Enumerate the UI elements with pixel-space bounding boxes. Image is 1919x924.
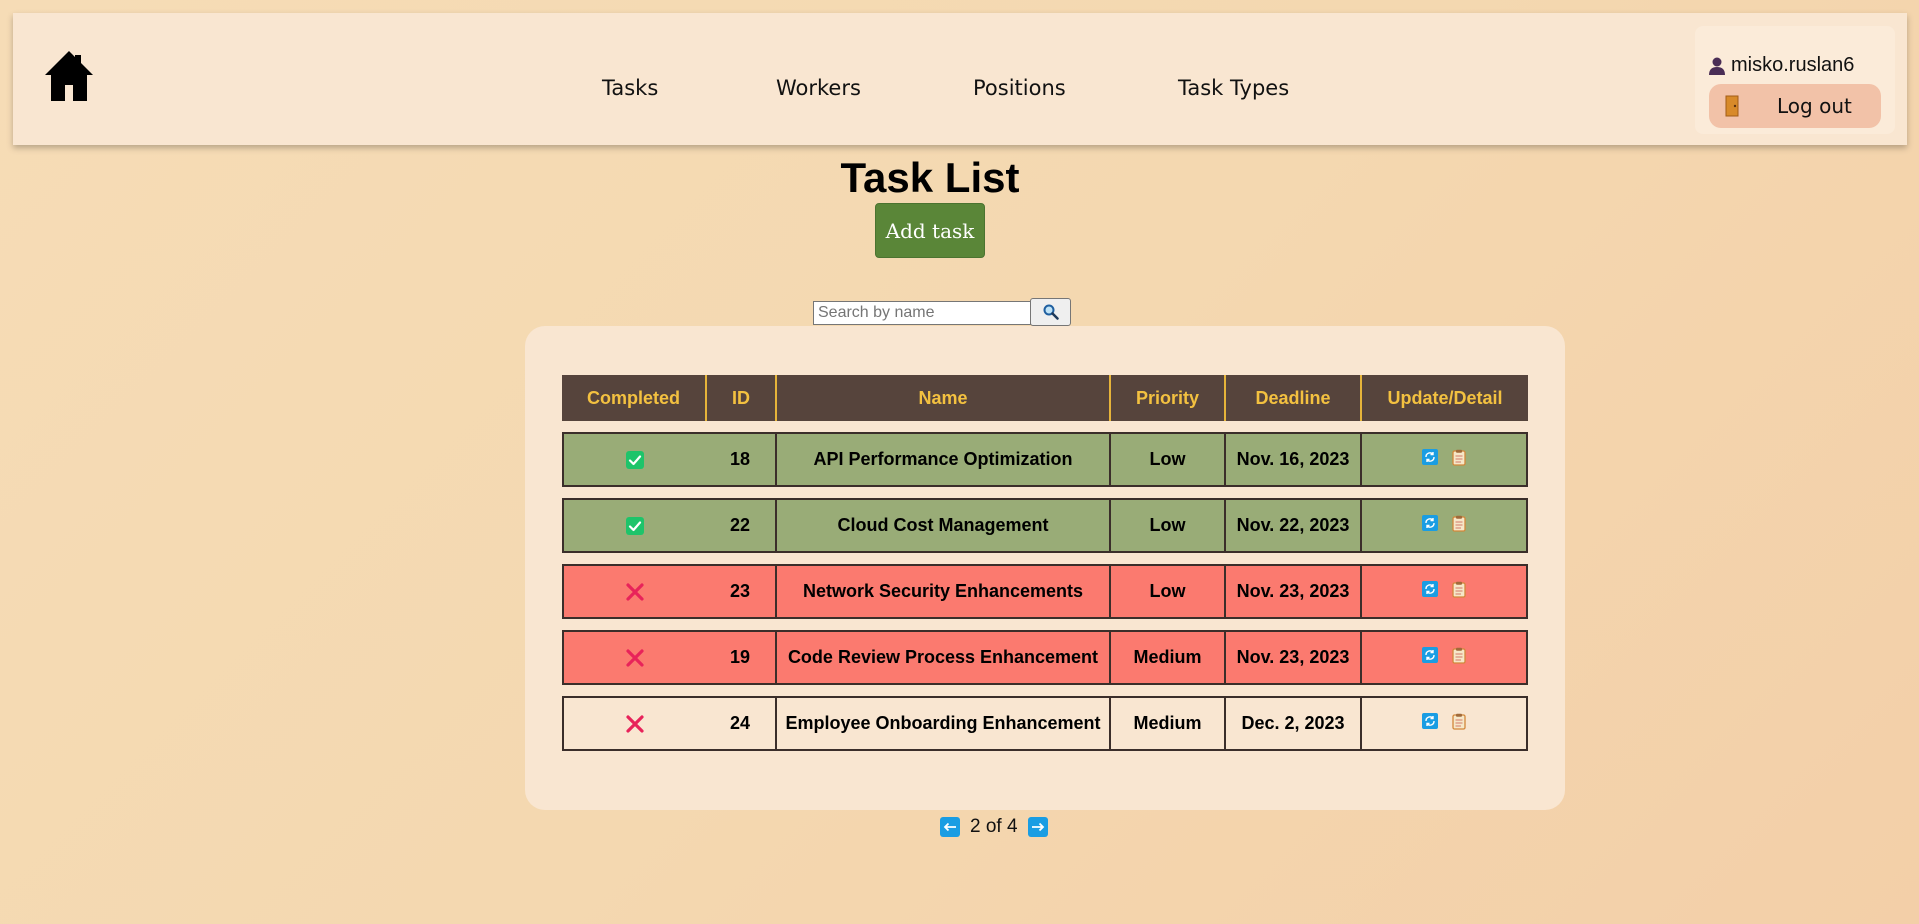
user-info: misko.ruslan6 [1709,54,1854,77]
priority-cell: Medium [1109,630,1224,685]
magnifier-icon [1043,304,1059,320]
table-header-row: Completed ID Name Priority Deadline Upda… [562,375,1528,421]
completed-cell [562,432,705,487]
clipboard-icon[interactable] [1452,713,1466,730]
actions-cell [1360,498,1528,553]
user-panel: misko.ruslan6 Log out [1695,26,1895,134]
next-page-button[interactable] [1027,817,1048,837]
nav-workers[interactable]: Workers [776,76,861,100]
name-cell: Code Review Process Enhancement [775,630,1109,685]
refresh-icon[interactable] [1422,713,1438,730]
add-task-button[interactable]: Add task [875,203,985,258]
col-completed: Completed [562,375,705,421]
table-row: 19 Code Review Process Enhancement Mediu… [562,630,1528,685]
col-deadline: Deadline [1224,375,1360,421]
cross-icon[interactable] [625,649,644,667]
col-id: ID [705,375,775,421]
id-cell: 19 [705,630,775,685]
task-table-card: Completed ID Name Priority Deadline Upda… [525,326,1565,810]
col-priority: Priority [1109,375,1224,421]
refresh-icon[interactable] [1422,449,1438,466]
actions-cell [1360,630,1528,685]
name-cell: Cloud Cost Management [775,498,1109,553]
id-cell: 23 [705,564,775,619]
deadline-cell: Dec. 2, 2023 [1224,696,1360,751]
table-row: 24 Employee Onboarding Enhancement Mediu… [562,696,1528,751]
name-cell: API Performance Optimization [775,432,1109,487]
nav-tasks[interactable]: Tasks [602,76,658,100]
home-icon[interactable] [43,49,95,103]
deadline-cell: Nov. 16, 2023 [1224,432,1360,487]
table-row: 22 Cloud Cost Management Low Nov. 22, 20… [562,498,1528,553]
priority-cell: Low [1109,498,1224,553]
table-row: 23 Network Security Enhancements Low Nov… [562,564,1528,619]
deadline-cell: Nov. 22, 2023 [1224,498,1360,553]
priority-cell: Low [1109,564,1224,619]
nav-positions[interactable]: Positions [973,76,1066,100]
clipboard-icon[interactable] [1452,515,1466,532]
checkbox-checked-icon[interactable] [625,451,644,470]
cross-icon[interactable] [625,583,644,601]
refresh-icon[interactable] [1422,515,1438,532]
page-indicator: 2 of 4 [970,816,1018,837]
checkbox-checked-icon[interactable] [625,517,644,536]
name-cell: Employee Onboarding Enhancement [775,696,1109,751]
refresh-icon[interactable] [1422,647,1438,664]
id-cell: 24 [705,696,775,751]
nav-task-types[interactable]: Task Types [1178,76,1289,100]
completed-cell [562,696,705,751]
priority-cell: Low [1109,432,1224,487]
completed-cell [562,498,705,553]
search-input[interactable] [813,301,1031,325]
completed-cell [562,564,705,619]
refresh-icon[interactable] [1422,581,1438,598]
table-row: 18 API Performance Optimization Low Nov.… [562,432,1528,487]
top-navbar: Tasks Workers Positions Task Types misko… [13,13,1907,145]
completed-cell [562,630,705,685]
task-table: Completed ID Name Priority Deadline Upda… [562,364,1528,762]
name-cell: Network Security Enhancements [775,564,1109,619]
clipboard-icon[interactable] [1452,581,1466,598]
id-cell: 18 [705,432,775,487]
clipboard-icon[interactable] [1452,449,1466,466]
task-rows: 18 API Performance Optimization Low Nov.… [562,432,1528,751]
arrow-left-icon [943,822,956,832]
user-icon [1709,57,1725,75]
deadline-cell: Nov. 23, 2023 [1224,630,1360,685]
page-title: Task List [840,154,1020,201]
priority-cell: Medium [1109,696,1224,751]
prev-page-button[interactable] [940,817,960,837]
search-button[interactable] [1030,298,1071,326]
col-name: Name [775,375,1109,421]
actions-cell [1360,696,1528,751]
cross-icon[interactable] [625,715,644,733]
door-icon [1725,95,1739,117]
clipboard-icon[interactable] [1452,647,1466,664]
logout-label: Log out [1777,94,1852,118]
deadline-cell: Nov. 23, 2023 [1224,564,1360,619]
actions-cell [1360,564,1528,619]
arrow-right-icon [1031,822,1044,832]
actions-cell [1360,432,1528,487]
pagination: 2 of 4 [940,815,1048,839]
id-cell: 22 [705,498,775,553]
col-update-detail: Update/Detail [1360,375,1528,421]
logout-button[interactable]: Log out [1709,84,1881,128]
username: misko.ruslan6 [1731,54,1855,76]
